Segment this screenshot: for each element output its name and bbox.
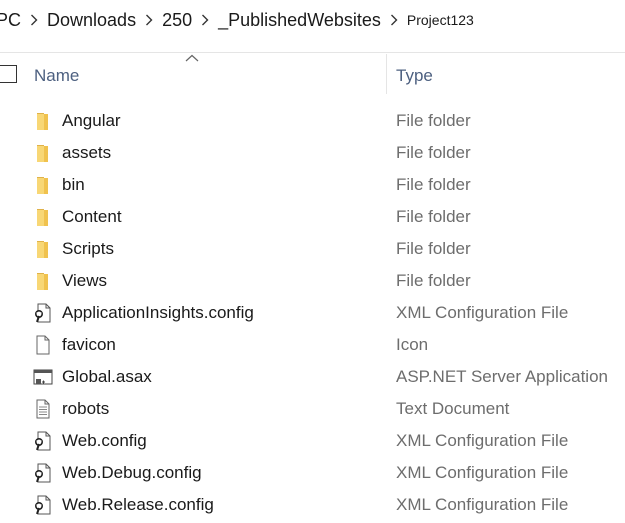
- chevron-right-icon[interactable]: [138, 14, 160, 26]
- aspnet-file-icon: [33, 367, 53, 387]
- file-name[interactable]: bin: [62, 175, 85, 195]
- file-type: XML Configuration File: [396, 431, 569, 450]
- file-row[interactable]: Views File folder: [0, 265, 625, 297]
- file-type: XML Configuration File: [396, 495, 569, 514]
- file-type: File folder: [396, 239, 471, 258]
- column-header-type[interactable]: Type: [396, 66, 433, 86]
- file-row[interactable]: bin File folder: [0, 169, 625, 201]
- config-file-icon: [33, 495, 53, 515]
- select-all-checkbox[interactable]: [0, 65, 17, 83]
- file-row[interactable]: Scripts File folder: [0, 233, 625, 265]
- folder-icon: [33, 111, 53, 131]
- column-header-row: Name Type: [0, 54, 625, 96]
- column-resize-handle[interactable]: [386, 54, 387, 94]
- file-name[interactable]: Web.Debug.config: [62, 463, 202, 483]
- file-type: File folder: [396, 271, 471, 290]
- divider: [0, 52, 625, 53]
- folder-icon: [33, 207, 53, 227]
- breadcrumb: PC Downloads 250 _PublishedWebsites Proj…: [0, 0, 625, 40]
- breadcrumb-item-published-websites[interactable]: _PublishedWebsites: [218, 10, 381, 31]
- file-row[interactable]: Angular File folder: [0, 105, 625, 137]
- file-row[interactable]: Web.Release.config XML Configuration File: [0, 489, 625, 521]
- file-type: File folder: [396, 175, 471, 194]
- folder-icon: [33, 175, 53, 195]
- file-type: XML Configuration File: [396, 463, 569, 482]
- file-type: Icon: [396, 335, 429, 354]
- file-type: File folder: [396, 143, 471, 162]
- breadcrumb-item-project[interactable]: Project123: [407, 12, 474, 28]
- file-row[interactable]: ApplicationInsights.config XML Configurat…: [0, 297, 625, 329]
- file-type: ASP.NET Server Application: [396, 367, 608, 386]
- config-file-icon: [33, 303, 53, 323]
- file-type: XML Configuration File: [396, 303, 569, 322]
- chevron-right-icon[interactable]: [194, 14, 216, 26]
- file-row[interactable]: assets File folder: [0, 137, 625, 169]
- config-file-icon: [33, 431, 53, 451]
- file-row[interactable]: robots Text Document: [0, 393, 625, 425]
- file-name[interactable]: Web.config: [62, 431, 147, 451]
- folder-icon: [33, 143, 53, 163]
- breadcrumb-item-pc[interactable]: PC: [0, 10, 21, 31]
- column-header-name[interactable]: Name: [34, 66, 79, 86]
- file-name[interactable]: assets: [62, 143, 111, 163]
- folder-icon: [33, 239, 53, 259]
- file-type: File folder: [396, 207, 471, 226]
- file-name[interactable]: Scripts: [62, 239, 114, 259]
- file-name[interactable]: Content: [62, 207, 122, 227]
- file-type: File folder: [396, 111, 471, 130]
- file-name[interactable]: robots: [62, 399, 109, 419]
- file-row[interactable]: Web.Debug.config XML Configuration File: [0, 457, 625, 489]
- file-list: Angular File folder assets File folder bin…: [0, 105, 625, 521]
- file-name[interactable]: ApplicationInsights.config: [62, 303, 254, 323]
- blank-file-icon: [33, 335, 53, 355]
- chevron-right-icon[interactable]: [23, 14, 45, 26]
- file-row[interactable]: favicon Icon: [0, 329, 625, 361]
- config-file-icon: [33, 463, 53, 483]
- breadcrumb-item-250[interactable]: 250: [162, 10, 192, 31]
- file-row[interactable]: Global.asax ASP.NET Server Application: [0, 361, 625, 393]
- file-name[interactable]: Views: [62, 271, 107, 291]
- file-row[interactable]: Web.config XML Configuration File: [0, 425, 625, 457]
- file-name[interactable]: Global.asax: [62, 367, 152, 387]
- file-type: Text Document: [396, 399, 510, 418]
- file-name[interactable]: favicon: [62, 335, 116, 355]
- file-row[interactable]: Content File folder: [0, 201, 625, 233]
- breadcrumb-item-downloads[interactable]: Downloads: [47, 10, 136, 31]
- chevron-right-icon[interactable]: [383, 14, 405, 26]
- folder-icon: [33, 271, 53, 291]
- sort-ascending-icon: [185, 54, 199, 62]
- file-name[interactable]: Angular: [62, 111, 121, 131]
- text-file-icon: [33, 399, 53, 419]
- file-name[interactable]: Web.Release.config: [62, 495, 214, 515]
